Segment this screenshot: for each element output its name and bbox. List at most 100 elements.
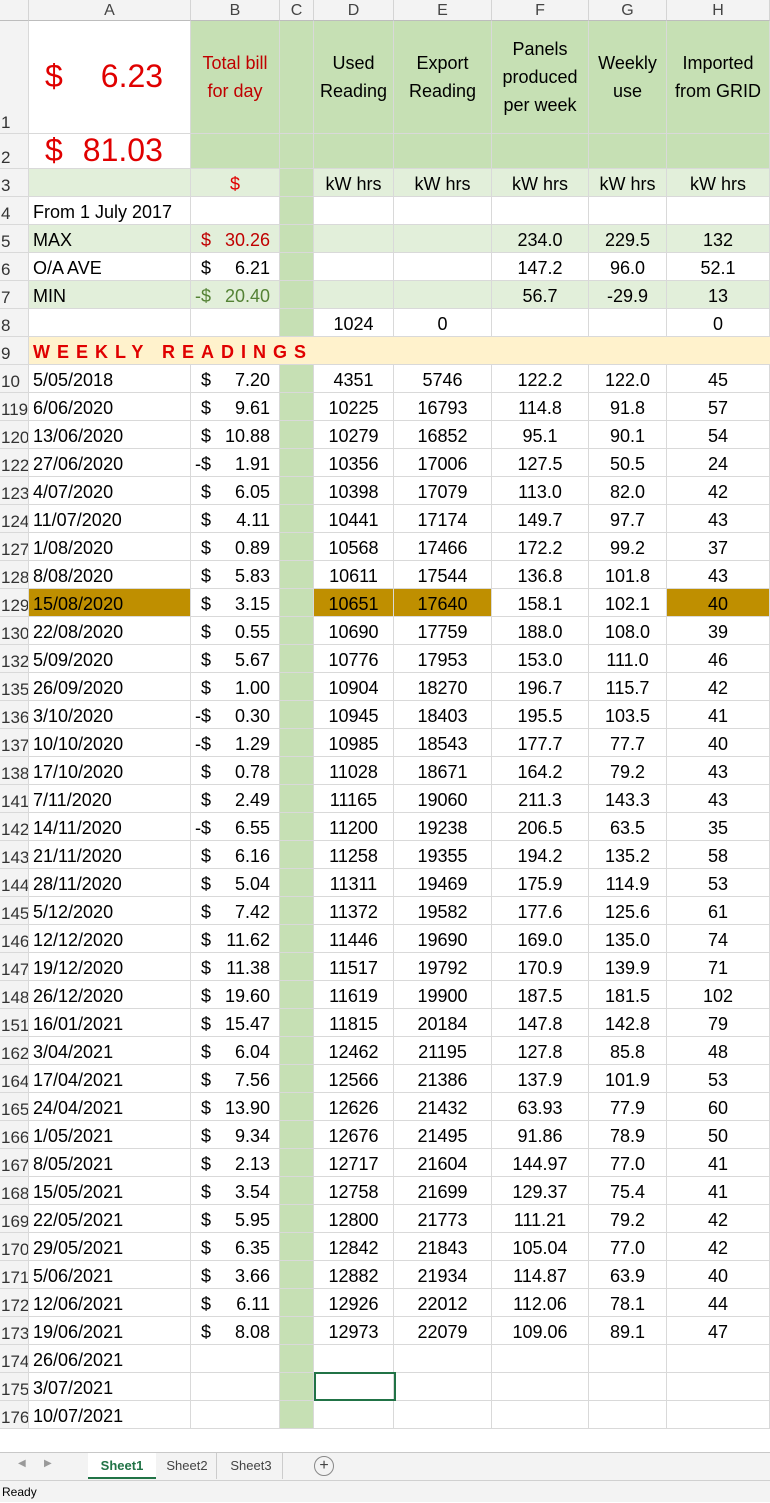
used-reading-cell[interactable]: 12926 (314, 1289, 394, 1316)
date-cell[interactable]: 3/10/2020 (29, 701, 191, 728)
column-header-a[interactable]: A (29, 0, 191, 21)
weekly-use-header[interactable]: Weekly use (589, 21, 667, 133)
bill-cell[interactable]: $0.89 (191, 533, 280, 560)
bill-cell[interactable]: $2.49 (191, 785, 280, 812)
panels-produced-cell[interactable]: 172.2 (492, 533, 589, 560)
date-cell[interactable]: 13/06/2020 (29, 421, 191, 448)
row-number[interactable]: 9 (0, 337, 29, 364)
column-header-h[interactable]: H (667, 0, 770, 21)
date-cell[interactable]: 27/06/2020 (29, 449, 191, 476)
used-reading-cell[interactable] (314, 1401, 394, 1428)
cell[interactable] (280, 1177, 314, 1204)
row-number[interactable]: 7 (0, 281, 29, 308)
date-cell[interactable]: 22/05/2021 (29, 1205, 191, 1232)
bill-cell[interactable]: $7.56 (191, 1065, 280, 1092)
date-cell[interactable]: 5/09/2020 (29, 645, 191, 672)
date-cell[interactable]: 21/11/2020 (29, 841, 191, 868)
used-reading-cell[interactable]: 12626 (314, 1093, 394, 1120)
daily-cost-cell[interactable]: $ 6.23 (29, 21, 191, 133)
date-cell[interactable]: 12/06/2021 (29, 1289, 191, 1316)
date-cell[interactable]: 11/07/2020 (29, 505, 191, 532)
weekly-use-cell[interactable]: 75.4 (589, 1177, 667, 1204)
date-cell[interactable]: 3/04/2021 (29, 1037, 191, 1064)
add-sheet-icon[interactable]: + (314, 1456, 334, 1476)
bill-cell[interactable]: $5.83 (191, 561, 280, 588)
date-cell[interactable]: 3/07/2021 (29, 1373, 191, 1400)
date-cell[interactable]: 26/12/2020 (29, 981, 191, 1008)
export-reading-cell[interactable]: 17640 (394, 589, 492, 616)
imported-grid-cell[interactable]: 48 (667, 1037, 770, 1064)
imported-grid-cell[interactable]: 50 (667, 1121, 770, 1148)
scroll-left-icon[interactable]: ◀ (18, 1458, 26, 1469)
date-cell[interactable]: 8/05/2021 (29, 1149, 191, 1176)
imported-grid-cell[interactable]: 43 (667, 785, 770, 812)
export-reading-cell[interactable]: 17544 (394, 561, 492, 588)
row-number[interactable]: 124 (0, 505, 29, 532)
cell[interactable] (280, 1065, 314, 1092)
column-header-d[interactable]: D (314, 0, 394, 21)
row-number[interactable]: 1 (0, 21, 29, 133)
row-number[interactable]: 162 (0, 1037, 29, 1064)
scroll-right-icon[interactable]: ▶ (44, 1458, 52, 1469)
bill-cell[interactable]: $0.78 (191, 757, 280, 784)
weekly-use-cell[interactable]: 135.2 (589, 841, 667, 868)
weekly-use-cell[interactable]: 102.1 (589, 589, 667, 616)
export-reading-cell[interactable]: 21773 (394, 1205, 492, 1232)
row-number[interactable]: 169 (0, 1205, 29, 1232)
average-use-cell[interactable]: 96.0 (589, 253, 667, 280)
imported-grid-cell[interactable]: 54 (667, 421, 770, 448)
panels-produced-cell[interactable]: 196.7 (492, 673, 589, 700)
panels-produced-cell[interactable]: 105.04 (492, 1233, 589, 1260)
cell[interactable] (492, 309, 589, 336)
imported-grid-cell[interactable]: 42 (667, 1233, 770, 1260)
cell[interactable] (280, 1373, 314, 1400)
average-bill-cell[interactable]: $ 6.21 (191, 253, 280, 280)
max-bill-cell[interactable]: $ 30.26 (191, 225, 280, 252)
cell[interactable] (280, 309, 314, 336)
row-number[interactable]: 130 (0, 617, 29, 644)
panels-produced-cell[interactable]: 137.9 (492, 1065, 589, 1092)
bill-cell[interactable]: $6.11 (191, 1289, 280, 1316)
used-reading-cell[interactable]: 4351 (314, 365, 394, 392)
cell[interactable] (280, 421, 314, 448)
units-cell[interactable]: kW hrs (314, 169, 394, 196)
export-reading-cell[interactable]: 19469 (394, 869, 492, 896)
date-cell[interactable]: 17/04/2021 (29, 1065, 191, 1092)
cell[interactable] (280, 253, 314, 280)
weekly-use-cell[interactable]: 101.8 (589, 561, 667, 588)
bill-cell[interactable]: $10.88 (191, 421, 280, 448)
used-reading-cell[interactable]: 12717 (314, 1149, 394, 1176)
bill-cell[interactable]: -$ 0.30 (191, 701, 280, 728)
panels-produced-cell[interactable]: 127.5 (492, 449, 589, 476)
cell[interactable] (280, 169, 314, 196)
imported-grid-cell[interactable]: 71 (667, 953, 770, 980)
weekly-use-cell[interactable]: 77.0 (589, 1149, 667, 1176)
row-number[interactable]: 146 (0, 925, 29, 952)
row-number[interactable]: 176 (0, 1401, 29, 1428)
row-number[interactable]: 127 (0, 533, 29, 560)
row-number[interactable]: 132 (0, 645, 29, 672)
weekly-use-cell[interactable]: 85.8 (589, 1037, 667, 1064)
weekly-use-cell[interactable]: 63.5 (589, 813, 667, 840)
panels-produced-cell[interactable]: 112.06 (492, 1289, 589, 1316)
weekly-use-cell[interactable]: 139.9 (589, 953, 667, 980)
imported-grid-cell[interactable]: 41 (667, 1149, 770, 1176)
row-number[interactable]: 2 (0, 134, 29, 168)
row-number[interactable]: 143 (0, 841, 29, 868)
cell[interactable] (280, 953, 314, 980)
used-reading-cell[interactable]: 10651 (314, 589, 394, 616)
export-reading-cell[interactable]: 17953 (394, 645, 492, 672)
cell[interactable] (280, 1037, 314, 1064)
panels-produced-cell[interactable]: 63.93 (492, 1093, 589, 1120)
bill-cell[interactable]: $6.04 (191, 1037, 280, 1064)
cell[interactable] (280, 841, 314, 868)
imported-grid-cell[interactable]: 47 (667, 1317, 770, 1344)
bill-cell[interactable]: $7.20 (191, 365, 280, 392)
bill-cell[interactable]: $11.38 (191, 953, 280, 980)
date-cell[interactable]: 5/12/2020 (29, 897, 191, 924)
bill-cell[interactable]: $7.42 (191, 897, 280, 924)
cell[interactable] (280, 673, 314, 700)
tab-sheet1[interactable]: Sheet1 (88, 1453, 156, 1479)
date-cell[interactable]: 12/12/2020 (29, 925, 191, 952)
used-reading-cell[interactable] (314, 1345, 394, 1372)
